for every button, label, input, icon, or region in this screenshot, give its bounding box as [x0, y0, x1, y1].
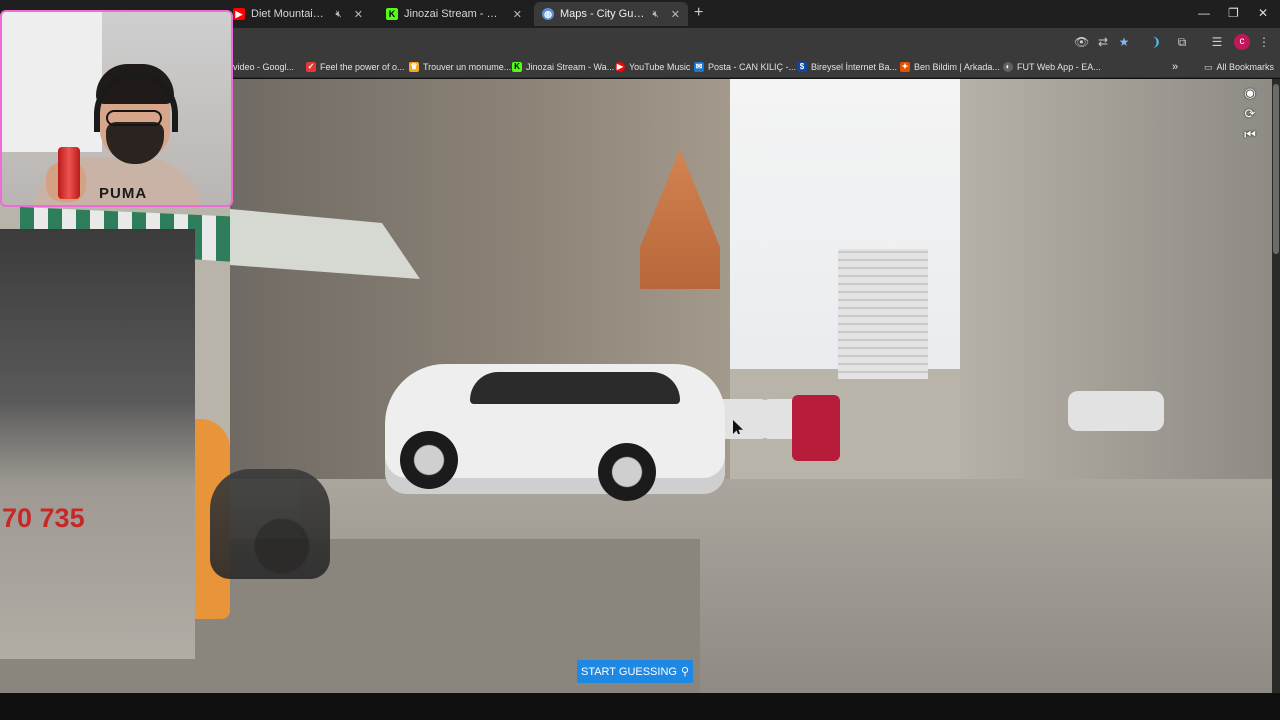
- tab-kick-dashboard[interactable]: K Jinozai Stream - Kick Dashboard ✕: [378, 2, 530, 26]
- dollar-icon: $: [797, 62, 807, 72]
- bookmark-bireysel-internet[interactable]: $ Bireysel İnternet Ba...: [797, 60, 897, 74]
- soda-can: [58, 147, 80, 199]
- scrollbar-thumb[interactable]: [1273, 84, 1279, 254]
- bookmark-label: Ben Bildim | Arkada...: [914, 62, 1000, 72]
- start-guessing-button[interactable]: START GUESSING ⚲: [577, 660, 693, 683]
- tab-title: Diet Mountain Dew | YouTu: [251, 8, 330, 20]
- check-icon: ✓: [306, 62, 316, 72]
- mail-icon: ✉: [694, 62, 704, 72]
- bookmark-google[interactable]: z video - Googl...: [226, 60, 294, 74]
- bookmark-ben-bildim[interactable]: ✦ Ben Bildim | Arkada...: [900, 60, 1000, 74]
- bookmark-label: Posta - CAN KILIÇ -...: [708, 62, 797, 72]
- extensions-puzzle-icon[interactable]: ⧉: [1175, 35, 1189, 49]
- food-cart: [0, 229, 195, 659]
- speaker-muted-icon[interactable]: 🔇︎: [335, 9, 341, 20]
- menu-kebab-icon[interactable]: ⋮: [1257, 35, 1271, 49]
- restore-button[interactable]: ❐: [1228, 6, 1239, 20]
- youtube-icon: ▶: [233, 8, 245, 20]
- bulb-icon: ✦: [900, 62, 910, 72]
- media-controls-icon[interactable]: ☰: [1210, 35, 1224, 49]
- compass-icon[interactable]: ◉: [1240, 84, 1260, 102]
- bookmark-label: Jinozai Stream - Wa...: [526, 62, 615, 72]
- tracking-off-icon[interactable]: 👁︎: [1074, 35, 1089, 49]
- close-tab-icon[interactable]: ✕: [354, 8, 363, 21]
- bookmark-feel-the-power[interactable]: ✓ Feel the power of o...: [306, 60, 405, 74]
- bookmark-star-icon[interactable]: ★: [1117, 35, 1131, 49]
- close-window-button[interactable]: ✕: [1258, 6, 1268, 20]
- bookmark-posta[interactable]: ✉ Posta - CAN KILIÇ -...: [694, 60, 796, 74]
- bookmark-label: Trouver un monume...: [423, 62, 512, 72]
- bookmark-youtube-music[interactable]: ▶ YouTube Music: [615, 60, 690, 74]
- bookmark-trouver-monument[interactable]: ♛ Trouver un monume...: [409, 60, 511, 74]
- kick-icon: K: [512, 62, 522, 72]
- suv-windows: [470, 372, 680, 404]
- start-guessing-label: START GUESSING: [580, 665, 677, 678]
- kick-icon: K: [386, 8, 398, 20]
- close-tab-icon[interactable]: ✕: [513, 8, 522, 21]
- close-tab-icon[interactable]: ✕: [671, 8, 680, 21]
- screen: ▶ Diet Mountain Dew | YouTu 🔇︎ ✕ K Jinoz…: [0, 0, 1280, 720]
- wheel: [400, 431, 458, 489]
- webcam-overlay: PUMA: [0, 10, 233, 207]
- extension-icon[interactable]: ❩: [1149, 35, 1163, 49]
- bookmark-jinozai-stream[interactable]: K Jinozai Stream - Wa...: [512, 60, 614, 74]
- bookmark-fut-web-app[interactable]: ◐ FUT Web App - EA...: [1003, 60, 1101, 74]
- speaker-muted-icon[interactable]: 🔇︎: [652, 9, 658, 20]
- minimize-button[interactable]: —: [1198, 6, 1210, 20]
- return-to-start-icon[interactable]: ⏮: [1240, 126, 1260, 144]
- bookmark-label: Feel the power of o...: [320, 62, 405, 72]
- tab-title: Maps - City Guesser: [560, 8, 646, 20]
- bookmark-label: YouTube Music: [629, 62, 691, 72]
- bottom-bar: [0, 693, 1280, 720]
- red-tuk-tuk: [792, 395, 840, 461]
- parked-suv: [1068, 391, 1164, 431]
- right-buildings: [960, 79, 1280, 499]
- folder-icon: ▭: [1204, 61, 1213, 72]
- globe-icon: ◍: [542, 8, 554, 20]
- tab-diet-mountain-dew[interactable]: ▶ Diet Mountain Dew | YouTu 🔇︎ ✕: [225, 2, 371, 26]
- map-pin-icon: ⚲: [680, 666, 690, 678]
- tab-city-guesser[interactable]: ◍ Maps - City Guesser 🔇︎ ✕: [534, 2, 688, 26]
- refresh-icon[interactable]: ⟳: [1240, 105, 1260, 123]
- scooter: [210, 469, 330, 579]
- hoodie-logo: PUMA: [99, 185, 148, 202]
- background-tower: [838, 249, 928, 379]
- translate-icon[interactable]: ⇄: [1096, 35, 1110, 49]
- more-bookmarks-chevron-icon[interactable]: »: [1172, 60, 1178, 74]
- all-bookmarks-folder[interactable]: ▭ All Bookmarks: [1204, 60, 1274, 74]
- youtube-music-icon: ▶: [615, 62, 625, 72]
- bookmark-label: z video - Googl...: [226, 62, 295, 72]
- bookmark-label: FUT Web App - EA...: [1017, 62, 1101, 72]
- webcam-background: [2, 12, 102, 152]
- crown-icon: ♛: [409, 62, 419, 72]
- bookmark-label: Bireysel İnternet Ba...: [811, 62, 898, 72]
- wheel: [598, 443, 656, 501]
- ea-icon: ◐: [1003, 62, 1013, 72]
- profile-avatar[interactable]: c: [1234, 34, 1250, 50]
- tab-title: Jinozai Stream - Kick Dashboard: [404, 8, 501, 20]
- new-tab-button[interactable]: +: [694, 5, 703, 21]
- storefront-number: 70 735: [2, 503, 85, 533]
- all-bookmarks-label: All Bookmarks: [1216, 62, 1275, 72]
